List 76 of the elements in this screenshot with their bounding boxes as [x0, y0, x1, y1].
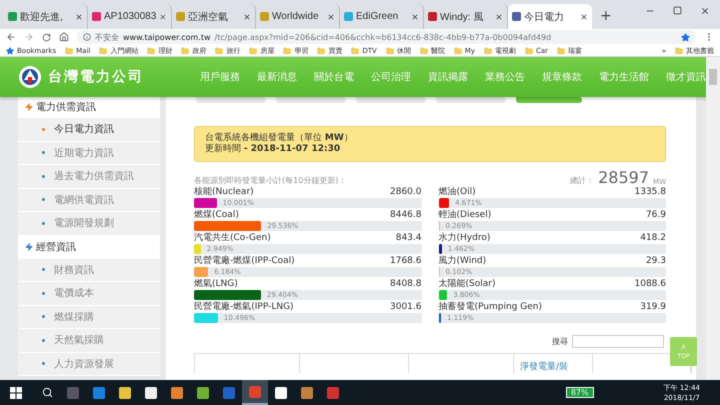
new-tab-button[interactable]: +: [592, 8, 620, 29]
source-value: 418.2: [640, 232, 666, 244]
folder-icon: [181, 46, 190, 54]
close-icon[interactable]: [700, 6, 710, 16]
source-name: 民營電廠-燃氣(IPP-LNG): [194, 301, 294, 313]
source-name: 燃氣(LNG): [194, 278, 238, 290]
total-value: 28597: [598, 170, 650, 186]
source-value: 1335.8: [634, 186, 666, 198]
maximize-icon[interactable]: [673, 6, 682, 14]
source-value: 1088.6: [634, 278, 666, 290]
close-icon[interactable]: [159, 12, 167, 20]
close-icon[interactable]: [495, 12, 503, 20]
close-icon[interactable]: [243, 12, 251, 20]
folder-icon: [557, 46, 566, 54]
source-value: 3001.6: [390, 301, 422, 313]
source-name: 核能(Nuclear): [194, 186, 254, 198]
bolt-icon: [25, 243, 33, 251]
logo-icon[interactable]: [18, 65, 42, 89]
caption: 各能源別即時發電量小計(每10分鐘更新)：: [194, 175, 346, 186]
notice-title: 台電系統各機組發電量（單位 MW）: [205, 133, 354, 144]
sidebar-item[interactable]: 今日電力資訊: [18, 118, 160, 142]
sidebar-heading-text: 經營資訊: [36, 240, 76, 254]
source-name: 太陽能(Solar): [438, 278, 496, 290]
source-value: 843.4: [396, 232, 422, 244]
search-label: 搜尋: [552, 336, 568, 347]
folder-icon: [317, 46, 326, 54]
folder-icon: [147, 46, 156, 54]
folder-icon: [386, 46, 394, 54]
sidebar-heading[interactable]: 電力供需資訊: [18, 95, 160, 118]
source-name: 民營電廠-燃煤(IPP-Coal): [194, 255, 295, 267]
bolt-icon: [25, 102, 33, 110]
sidebar-heading-text: 電力供需資訊: [36, 100, 96, 114]
source-name: 抽蓄發電(Pumping Gen): [438, 301, 542, 313]
source-value: 8408.8: [390, 278, 422, 290]
back-icon[interactable]: [6, 32, 16, 42]
source-value: 29.3: [646, 255, 666, 267]
windows-icon[interactable]: [10, 386, 22, 398]
source-name: 水力(Hydro): [438, 232, 490, 244]
source-value: 8446.8: [390, 209, 422, 221]
close-icon[interactable]: [327, 12, 335, 20]
search-field[interactable]: [572, 335, 664, 348]
source-name: 汽電共生(Co-Gen): [194, 232, 271, 244]
folder-icon: [283, 46, 292, 54]
folder-icon: [249, 46, 258, 54]
source-value: 2860.0: [390, 186, 422, 198]
sidebar-heading[interactable]: 經營資訊: [18, 236, 160, 258]
source-name: 風力(Wind): [438, 255, 486, 267]
folder-icon: [420, 46, 428, 54]
address-field[interactable]: 不安全 www.taipower.com.tw /tc/page.aspx?mid=206&cid=406&cchk=b6134cc6-838c-4bb9-b77a-0b0094afd49d: [77, 30, 696, 44]
star-icon[interactable]: [681, 32, 690, 42]
close-icon[interactable]: [411, 12, 419, 20]
source-name: 燃油(Oil): [438, 186, 476, 198]
folder-icon: [675, 46, 683, 54]
browser-tab[interactable]: 今日電力: [508, 4, 592, 29]
source-value: 319.9: [640, 301, 666, 313]
reload-icon[interactable]: [42, 32, 51, 42]
info-icon[interactable]: [83, 33, 91, 41]
folder-icon: [99, 46, 108, 54]
column-header: 淨發電量/裝: [520, 362, 568, 372]
folder-icon: [351, 46, 360, 54]
source-value: 76.9: [646, 209, 666, 221]
update-time: 更新時間 - 2018-11-07 12:30: [205, 144, 342, 155]
total-label: 總計：: [570, 175, 594, 186]
folder-icon: [484, 46, 492, 54]
close-icon[interactable]: [75, 12, 83, 20]
source-name: 燃煤(Coal): [194, 209, 239, 221]
folder-icon: [65, 46, 74, 54]
close-icon[interactable]: [580, 12, 588, 20]
scrollbar[interactable]: [706, 57, 720, 380]
source-value: 1768.6: [390, 255, 422, 267]
folder-icon: [454, 46, 462, 54]
home-icon[interactable]: [59, 32, 69, 42]
star-icon: [6, 46, 14, 54]
source-name: 輕油(Diesel): [438, 209, 492, 221]
folder-icon: [524, 46, 533, 54]
folder-icon: [215, 46, 224, 54]
